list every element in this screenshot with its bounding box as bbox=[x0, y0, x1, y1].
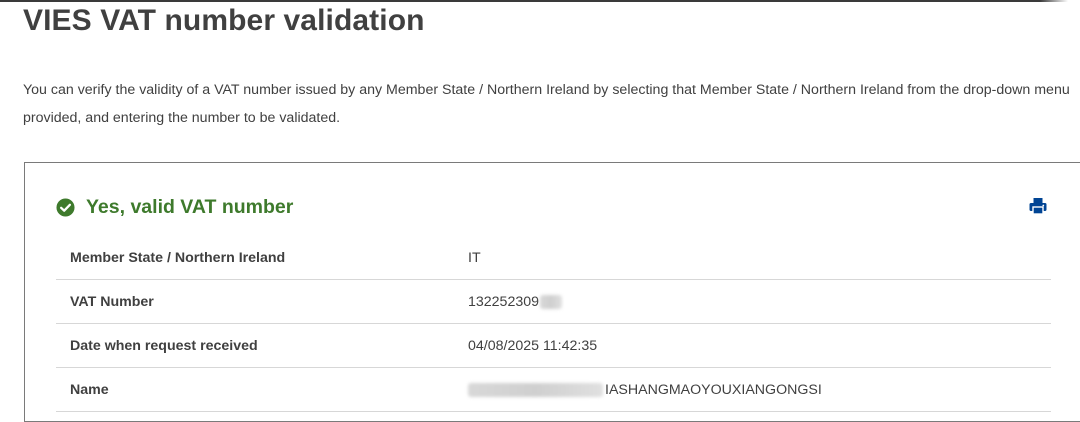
validation-status-text: Yes, valid VAT number bbox=[86, 195, 294, 218]
validation-result-panel: Yes, valid VAT number Member State / Nor… bbox=[24, 162, 1080, 422]
request-date-row: Date when request received 04/08/2025 11… bbox=[56, 324, 1051, 368]
name-value-cell: IASHANGMAOYOUXIANGONGSI bbox=[468, 382, 822, 398]
intro-text: You can verify the validity of a VAT num… bbox=[23, 82, 1070, 126]
top-edge-fade bbox=[1040, 0, 1080, 6]
redacted-blur bbox=[540, 295, 563, 310]
print-icon[interactable] bbox=[1029, 197, 1047, 215]
name-value: IASHANGMAOYOUXIANGONGSI bbox=[605, 382, 822, 398]
check-circle-icon bbox=[56, 197, 75, 217]
page-title: VIES VAT number validation bbox=[23, 4, 425, 37]
validation-details-table: Member State / Northern Ireland IT VAT N… bbox=[56, 236, 1051, 412]
redacted-blur bbox=[468, 383, 603, 398]
request-date-label: Date when request received bbox=[70, 338, 258, 354]
vat-number-value: 132252309 bbox=[468, 294, 540, 310]
validation-status: Yes, valid VAT number bbox=[56, 193, 293, 221]
vat-number-row: VAT Number 132252309 bbox=[56, 280, 1051, 324]
name-label: Name bbox=[70, 382, 109, 398]
vat-number-value-cell: 132252309 bbox=[468, 294, 563, 310]
vat-number-label: VAT Number bbox=[70, 294, 154, 310]
request-date-value: 04/08/2025 11:42:35 bbox=[468, 338, 598, 354]
member-state-value: IT bbox=[468, 250, 481, 266]
top-border bbox=[0, 0, 1080, 2]
name-row: Name IASHANGMAOYOUXIANGONGSI bbox=[56, 368, 1051, 412]
member-state-label: Member State / Northern Ireland bbox=[70, 250, 286, 266]
member-state-row: Member State / Northern Ireland IT bbox=[56, 236, 1051, 280]
